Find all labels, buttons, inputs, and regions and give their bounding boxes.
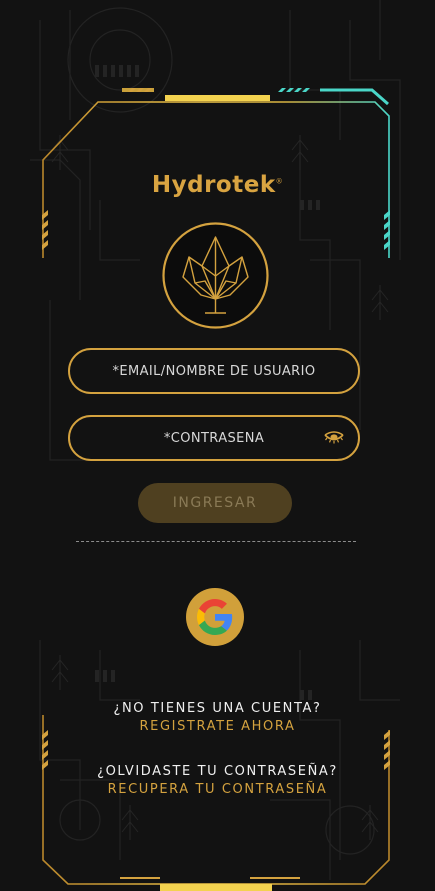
divider xyxy=(76,541,356,542)
recover-password-link[interactable]: RECUPERA TU CONTRASEÑA xyxy=(0,782,435,797)
lotus-crown-emblem-icon xyxy=(162,222,269,329)
email-input[interactable] xyxy=(70,350,358,392)
google-login-button[interactable] xyxy=(186,588,244,646)
signup-link[interactable]: REGISTRATE AHORA xyxy=(0,719,435,734)
password-field[interactable] xyxy=(68,415,360,461)
eye-closed-icon[interactable] xyxy=(324,431,344,445)
brand-name: Hydrotek xyxy=(151,172,276,198)
google-icon xyxy=(197,599,233,635)
trademark-symbol: ® xyxy=(275,177,284,186)
login-button[interactable]: INGRESAR xyxy=(138,483,292,523)
email-field[interactable] xyxy=(68,348,360,394)
brand-logo: Hydrotek® xyxy=(0,172,435,198)
password-input[interactable] xyxy=(70,417,358,459)
recover-question: ¿OLVIDASTE TU CONTRASEÑA? xyxy=(97,764,338,779)
signup-question: ¿NO TIENES UNA CUENTA? xyxy=(113,701,322,716)
